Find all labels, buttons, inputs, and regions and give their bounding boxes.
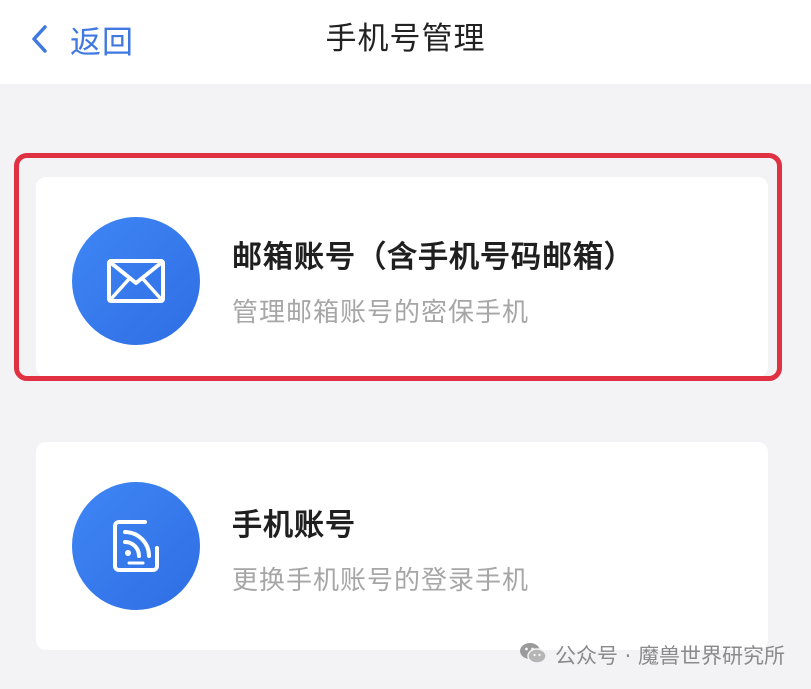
- option-title: 邮箱账号（含手机号码邮箱）: [232, 240, 635, 275]
- watermark: 公众号 · 魔兽世界研究所: [519, 640, 785, 670]
- email-account-option[interactable]: 邮箱账号（含手机号码邮箱） 管理邮箱账号的密保手机: [36, 177, 768, 377]
- navigation-bar: 返回 手机号管理: [0, 0, 811, 84]
- option-subtitle: 管理邮箱账号的密保手机: [232, 298, 530, 328]
- option-subtitle: 更换手机账号的登录手机: [232, 566, 530, 596]
- envelope-icon: [72, 217, 200, 345]
- phone-signal-icon: [72, 482, 200, 610]
- wechat-icon: [519, 641, 555, 670]
- option-title: 手机账号: [232, 508, 356, 543]
- watermark-text: 公众号 · 魔兽世界研究所: [554, 644, 785, 668]
- phone-account-option[interactable]: 手机账号 更换手机账号的登录手机: [36, 442, 768, 650]
- page-title: 手机号管理: [325, 21, 486, 57]
